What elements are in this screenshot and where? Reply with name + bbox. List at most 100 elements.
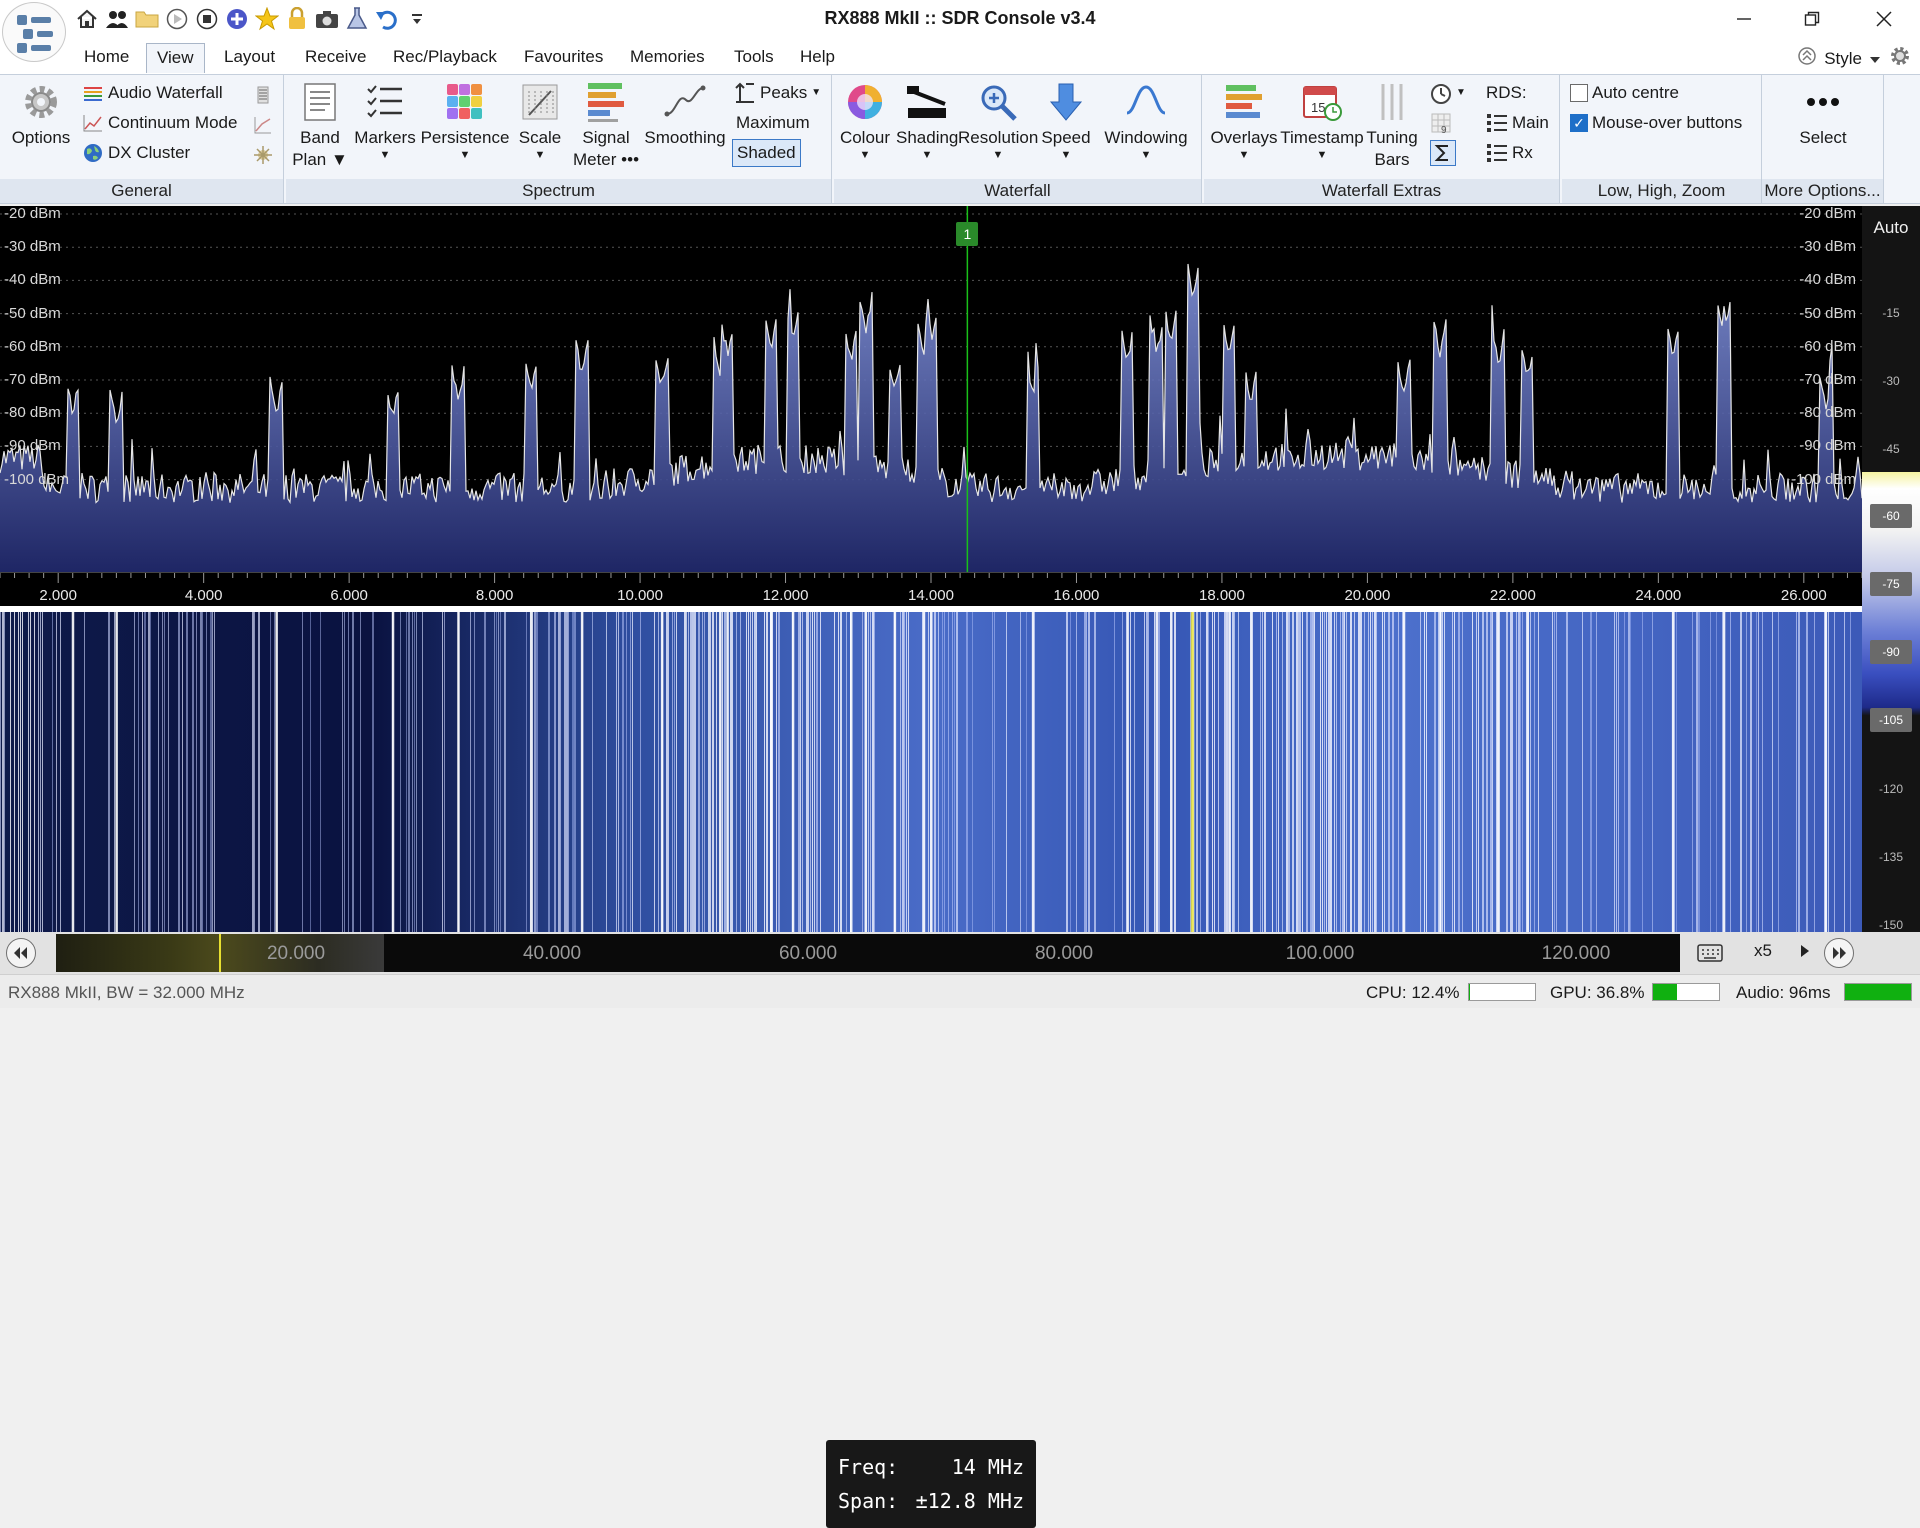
spectrum-display[interactable]: -20 dBm -30 dBm -40 dBm -50 dBm -60 dBm -70 d… (0, 205, 1862, 572)
settings-gear-icon[interactable] (1888, 44, 1912, 73)
tab-favourites[interactable]: Favourites (514, 43, 613, 73)
navigator-band[interactable]: 20.000 40.000 60.000 80.000 100.000 120.000 (56, 934, 1680, 972)
waterfall-stripe (948, 612, 949, 932)
db-label-left: -90 dBm (4, 437, 61, 455)
resolution-button[interactable]: Resolution ▼ (958, 79, 1038, 161)
shaded-button[interactable]: Shaded (732, 139, 801, 167)
signal-meter-button[interactable]: Signal Meter ••• (570, 79, 642, 171)
dx-cluster-side-icon[interactable] (252, 141, 274, 169)
audio-waterfall-button[interactable]: Audio Waterfall (82, 79, 223, 107)
auto-scale-label[interactable]: Auto (1862, 218, 1920, 238)
audio-meter-fill (1845, 984, 1911, 1000)
tab-memories[interactable]: Memories (620, 43, 715, 73)
speed-button[interactable]: Speed ▼ (1038, 79, 1094, 161)
rds-main-button[interactable]: Main (1486, 109, 1549, 137)
waterfall-signal-line (719, 612, 722, 932)
color-grid-icon (442, 79, 488, 125)
timestamp-button[interactable]: 15 Timestamp ▼ (1278, 79, 1366, 161)
waterfall-stripe (1506, 612, 1508, 932)
group-label-more-options[interactable]: More Options... (1762, 179, 1883, 203)
auto-centre-checkbox[interactable]: Auto centre (1570, 79, 1679, 107)
waterfall-stripe (1322, 612, 1323, 932)
waterfall-stripe (1384, 612, 1385, 932)
continuum-side-icon[interactable] (252, 111, 274, 139)
sine-wave-icon (1123, 79, 1169, 125)
waterfall-stripe (668, 612, 669, 932)
freq-tick-label: 10.000 (617, 587, 664, 604)
timer-dropdown-button[interactable]: ▼ (1430, 79, 1466, 107)
style-dropdown-icon[interactable] (1870, 49, 1880, 69)
level-label: -45 (1882, 442, 1900, 456)
waterfall-stripe (30, 612, 31, 932)
minimize-icon[interactable] (1712, 0, 1776, 38)
waterfall-stripe (1134, 612, 1135, 932)
windowing-button[interactable]: Windowing ▼ (1094, 79, 1198, 161)
overlays-button[interactable]: Overlays ▼ (1206, 79, 1282, 161)
tab-rec-playback[interactable]: Rec/Playback (383, 43, 507, 73)
waterfall-stripe (470, 612, 471, 932)
persistence-button[interactable]: Persistence ▼ (420, 79, 510, 161)
shading-button[interactable]: Shading ▼ (896, 79, 958, 161)
tab-home[interactable]: Home (74, 43, 139, 73)
markers-button[interactable]: Markers ▼ (352, 79, 418, 161)
waterfall-stripe (1828, 612, 1829, 932)
rds-rx-button[interactable]: Rx (1486, 139, 1533, 167)
tab-view[interactable]: View (146, 43, 205, 73)
restore-icon[interactable] (1780, 0, 1844, 38)
waterfall-stripe (206, 612, 207, 932)
waterfall-stripe (756, 612, 757, 932)
audio-waterfall-side-icon[interactable] (252, 81, 274, 109)
sum-button[interactable] (1430, 139, 1456, 167)
waterfall-display[interactable]: Freq: 14 MHz Span: ±12.8 MHz (0, 612, 1862, 1528)
maximum-button[interactable]: Maximum (736, 109, 810, 137)
grid-overlay-button[interactable]: 9 (1430, 109, 1452, 137)
level-scale[interactable]: Auto -15 -30 -45 -60 -75 -90 -105 -120 -135 -150 (1862, 206, 1920, 932)
chevron-down-icon: ▼ (1060, 149, 1072, 161)
scale-button[interactable]: Scale ▼ (512, 79, 568, 161)
chevron-down-icon: ▼ (1140, 149, 1152, 161)
zoom-level[interactable]: x5 (1754, 941, 1772, 961)
waterfall-signal-line (1031, 612, 1035, 932)
waterfall-stripe (1716, 612, 1717, 932)
style-menu[interactable]: Style (1824, 49, 1862, 69)
mouse-over-buttons-checkbox[interactable]: ✓ Mouse-over buttons (1570, 109, 1742, 137)
waterfall-stripe (1206, 612, 1208, 932)
collapse-ribbon-icon[interactable] (1798, 45, 1816, 72)
waterfall-stripe (40, 612, 41, 932)
waterfall-stripe (1026, 612, 1027, 932)
tab-help[interactable]: Help (790, 43, 845, 73)
keyboard-icon[interactable] (1692, 938, 1728, 968)
waterfall-stripe (274, 612, 275, 932)
select-button[interactable]: Select (1776, 79, 1870, 149)
options-button[interactable]: Options (6, 79, 76, 149)
waterfall-stripe (1320, 612, 1321, 932)
waterfall-stripe (210, 612, 212, 932)
continuum-mode-button[interactable]: Continuum Mode (82, 109, 237, 137)
waterfall-stripe (1534, 612, 1535, 932)
waterfall-stripe (1196, 612, 1198, 932)
peaks-button[interactable]: Peaks ▼ (734, 79, 821, 107)
navigator-freq-label: 20.000 (266, 943, 326, 964)
scroll-right-icon[interactable] (1824, 938, 1854, 968)
tuning-bars-button[interactable]: Tuning Bars (1364, 79, 1420, 171)
tab-receive[interactable]: Receive (295, 43, 376, 73)
waterfall-stripe (674, 612, 675, 932)
waterfall-stripe (1272, 612, 1273, 932)
scroll-left-icon[interactable] (6, 938, 36, 968)
grid-icon: 9 (1430, 112, 1452, 134)
tab-layout[interactable]: Layout (214, 43, 285, 73)
tab-tools[interactable]: Tools (724, 43, 784, 73)
colour-button[interactable]: Colour ▼ (834, 79, 896, 161)
smoothing-button[interactable]: Smoothing (636, 79, 734, 149)
waterfall-stripe (1238, 612, 1239, 932)
close-icon[interactable] (1852, 0, 1916, 38)
waterfall-stripe (814, 612, 815, 932)
band-plan-button[interactable]: Band Plan ▼ (290, 79, 350, 171)
dx-cluster-button[interactable]: DX Cluster (82, 139, 190, 167)
zoom-right-arrow-icon[interactable] (1800, 943, 1810, 963)
app-menu-button[interactable] (2, 2, 66, 62)
waterfall-stripe (1212, 612, 1213, 932)
waterfall-stripe (1360, 612, 1362, 932)
waterfall-stripe (616, 612, 617, 932)
vfo-marker-1[interactable]: 1 (956, 222, 979, 246)
